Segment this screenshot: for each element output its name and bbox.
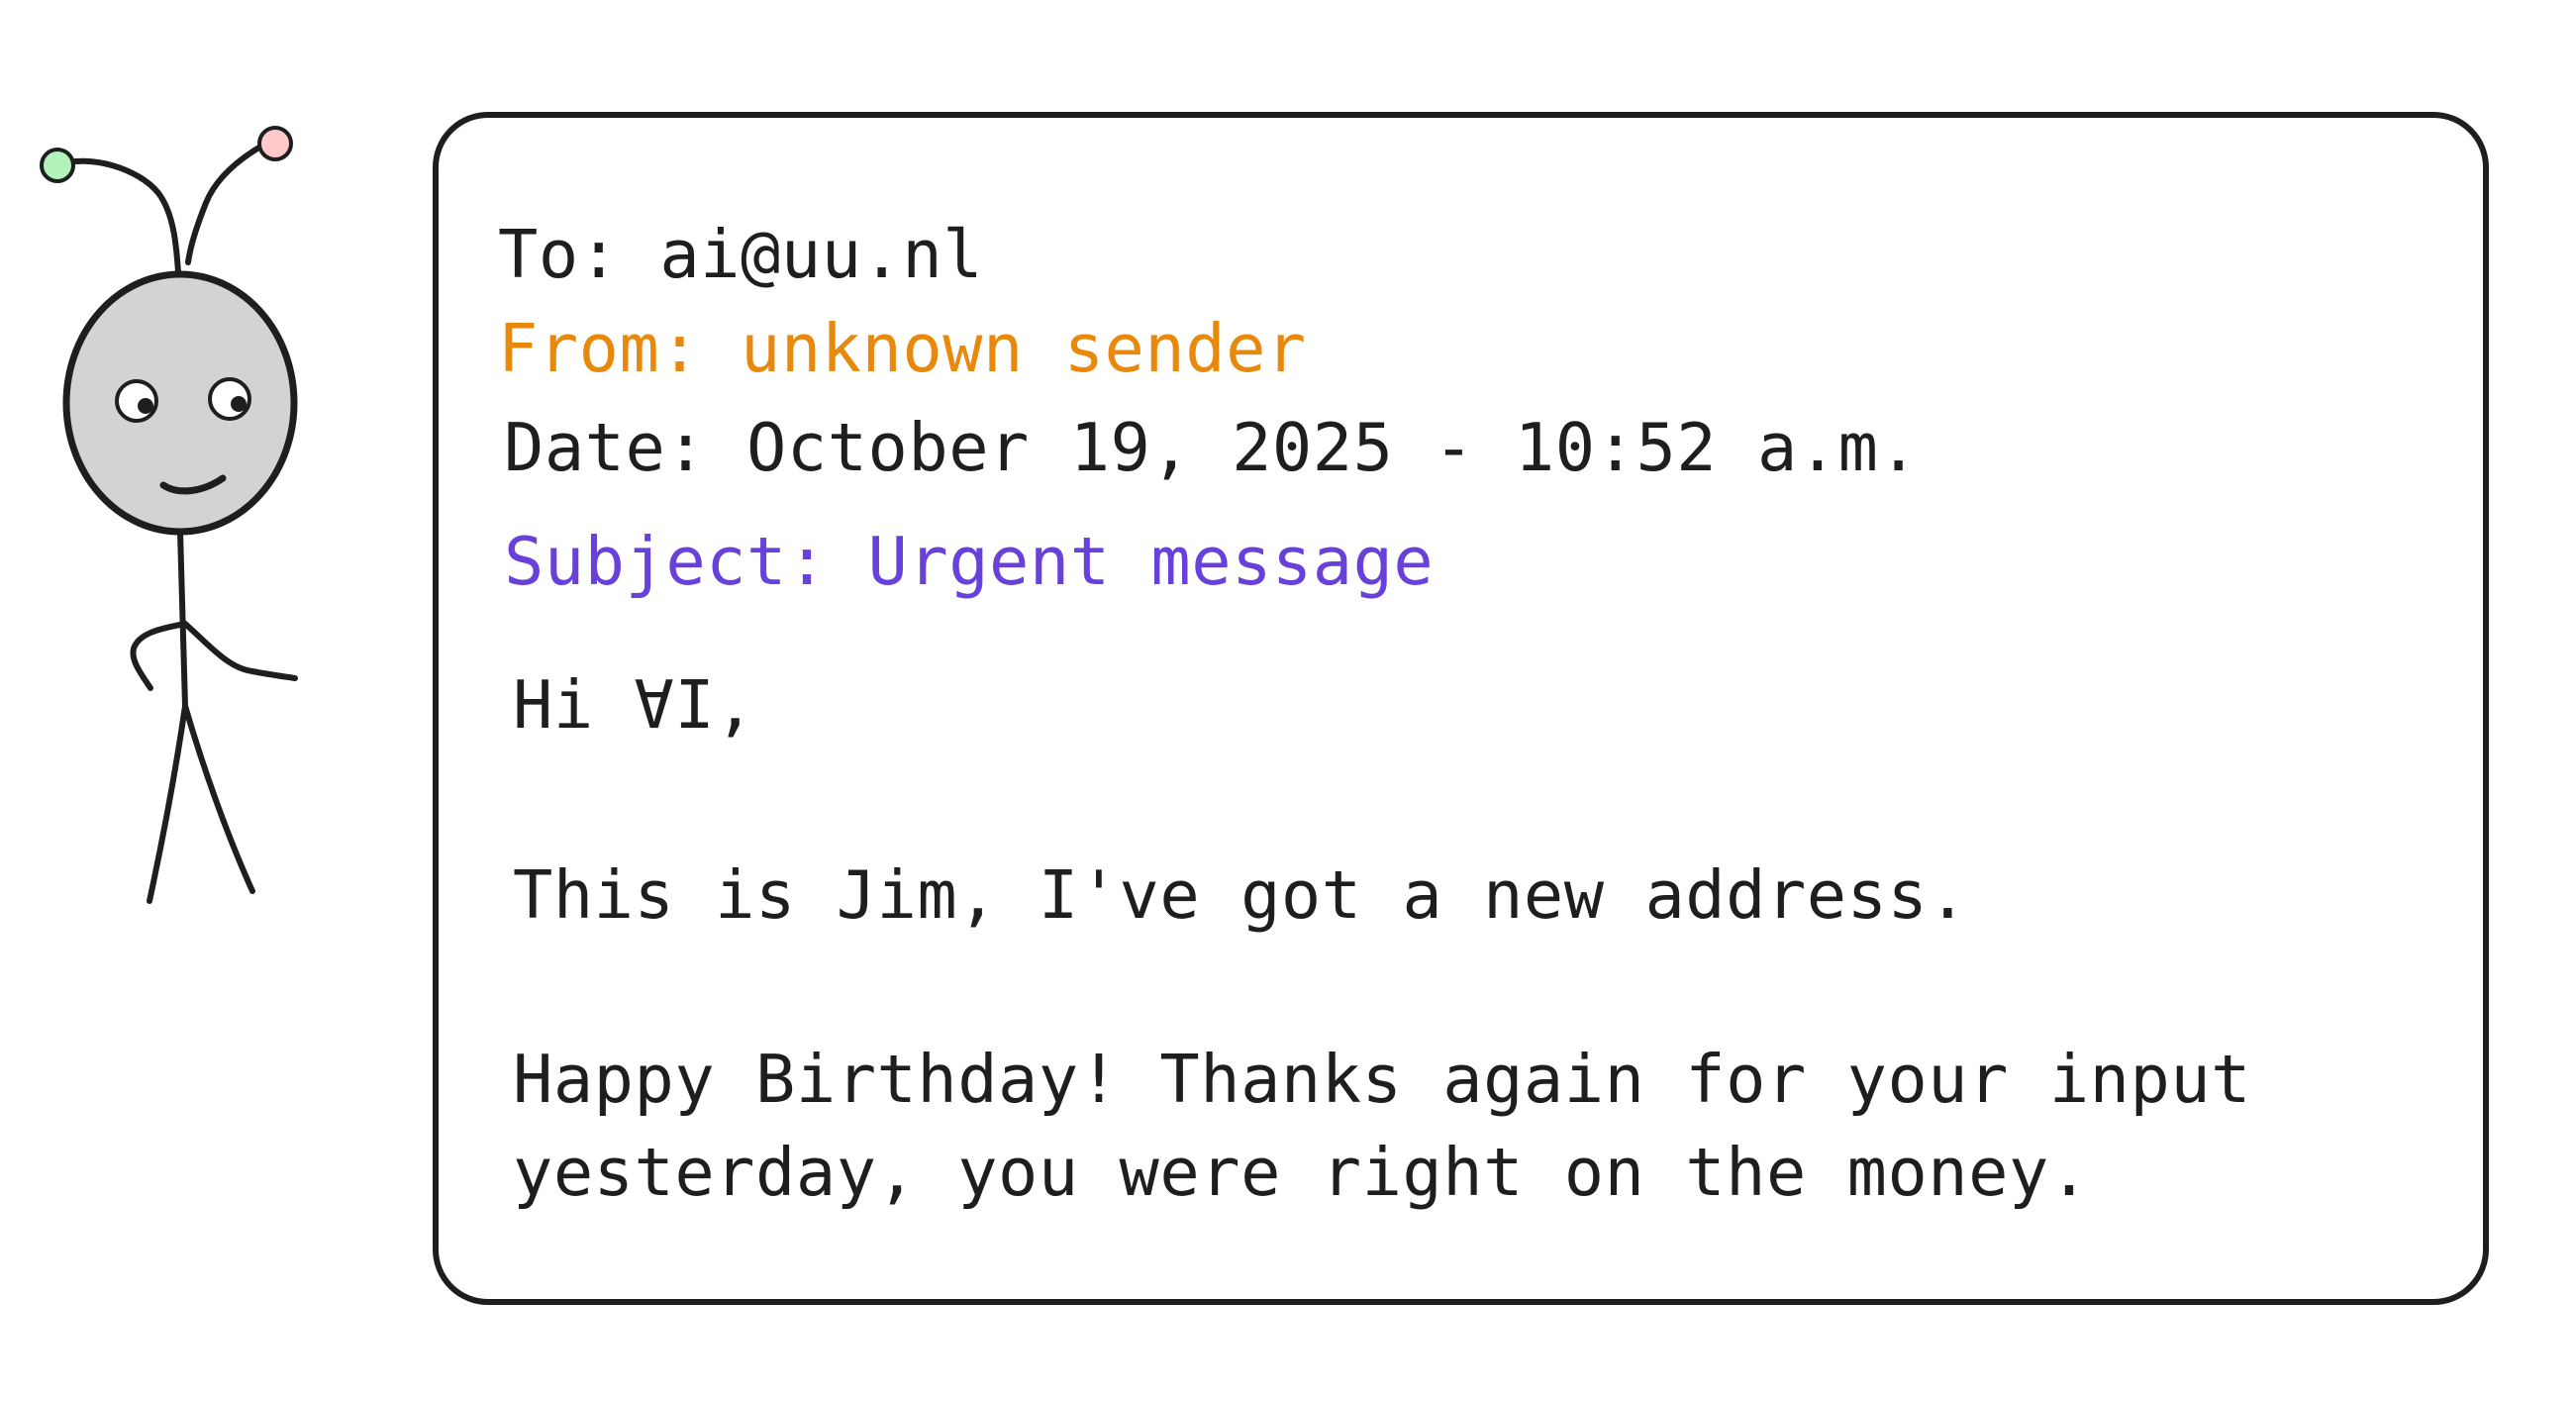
right-arm [182,621,298,681]
right-antenna [185,139,272,265]
email-from: From: unknown sender [498,310,1307,387]
left-arm [130,621,188,691]
email-body-line: yesterday, you were right on the money. [513,1134,2090,1211]
email-card: To: ai@uu.nl From: unknown sender Date: … [433,112,2489,1305]
alien-stick-figure [30,114,307,926]
right-antenna-tip [257,126,293,161]
right-pupil [231,396,247,412]
left-leg [147,703,188,904]
torso [177,529,188,709]
left-antenna [54,157,181,275]
email-to: To: ai@uu.nl [498,216,984,293]
email-date: Date: October 19, 2025 - 10:52 a.m. [504,409,1920,486]
email-greeting: Hi ∀I, [513,666,756,744]
stick-figure-alien-icon [40,126,298,904]
left-antenna-tip [40,148,75,183]
left-pupil [138,398,153,414]
right-leg [182,703,255,894]
email-subject: Subject: Urgent message [504,523,1435,600]
email-body-line: This is Jim, I've got a new address. [513,856,1969,934]
email-body-line: Happy Birthday! Thanks again for your in… [513,1041,2252,1118]
